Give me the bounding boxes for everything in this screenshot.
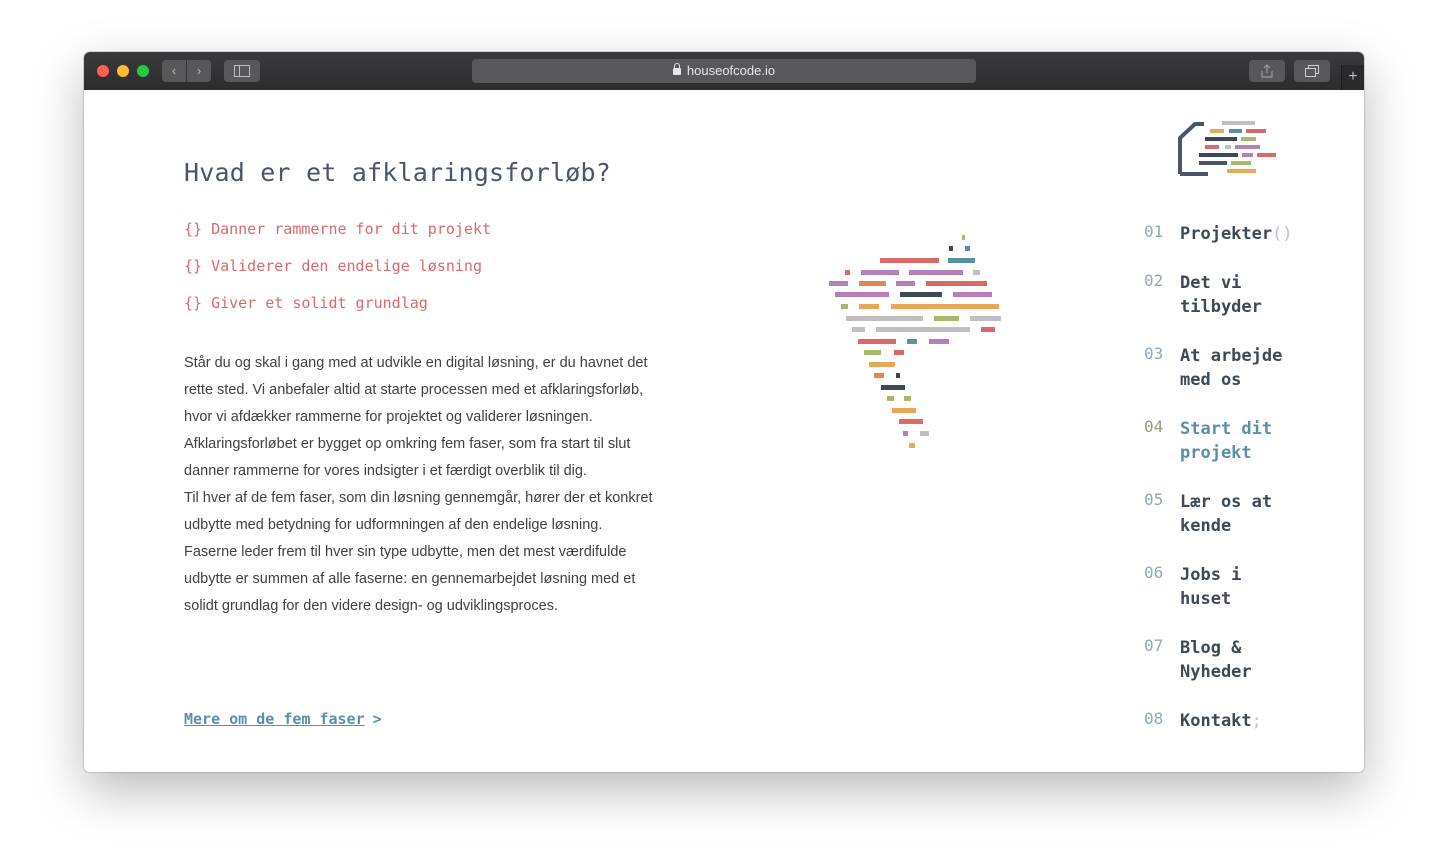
nav-item-start-dit-projekt[interactable]: 04 Start dit projekt bbox=[1144, 417, 1344, 465]
nav-item-text: Projekter bbox=[1180, 224, 1273, 244]
intro-paragraph: Til hver af de fem faser, som din løsnin… bbox=[184, 490, 653, 614]
benefit-list: {} Danner rammerne for dit projekt {} Vali… bbox=[184, 218, 491, 329]
nav-item-number: 01 bbox=[1144, 222, 1164, 241]
nav-item-text: Blog & Nyheder bbox=[1180, 638, 1252, 682]
close-window-button[interactable] bbox=[97, 65, 109, 77]
browser-window: ‹ › houseofcode.io + Hvad er et afklarin… bbox=[84, 52, 1364, 772]
plus-icon: + bbox=[1348, 68, 1358, 85]
nav-item-text: At arbejde med os bbox=[1180, 346, 1283, 390]
benefit-text: Giver et solidt grundlag bbox=[211, 294, 428, 312]
nav-item-number: 08 bbox=[1144, 709, 1164, 728]
zoom-window-button[interactable] bbox=[137, 65, 149, 77]
nav-item-label: Det vi tilbyder bbox=[1180, 271, 1300, 319]
new-tab-button[interactable]: + bbox=[1341, 65, 1364, 90]
main-navigation: 01 Projekter() 02 Det vi tilbyder 03 At … bbox=[1144, 222, 1344, 733]
page-title: Hvad er et afklaringsforløb? bbox=[184, 158, 612, 187]
nav-item-number: 07 bbox=[1144, 636, 1164, 655]
nav-item-number: 03 bbox=[1144, 344, 1164, 363]
brace-icon: {} bbox=[184, 257, 203, 275]
more-phases-link[interactable]: Mere om de fem faser bbox=[184, 710, 365, 728]
share-icon bbox=[1261, 64, 1273, 78]
forward-button[interactable]: › bbox=[187, 60, 211, 82]
nav-item-blog-nyheder[interactable]: 07 Blog & Nyheder bbox=[1144, 636, 1344, 684]
nav-item-kontakt[interactable]: 08 Kontakt; bbox=[1144, 709, 1344, 733]
address-bar[interactable]: houseofcode.io bbox=[472, 59, 976, 83]
nav-item-label: Blog & Nyheder bbox=[1180, 636, 1300, 684]
arrow-right-icon: > bbox=[372, 710, 382, 728]
nav-item-number: 02 bbox=[1144, 271, 1164, 290]
nav-item-label: Projekter() bbox=[1180, 222, 1300, 246]
nav-item-label: Kontakt; bbox=[1180, 709, 1300, 733]
nav-item-label: At arbejde med os bbox=[1180, 344, 1300, 392]
browser-toolbar: ‹ › houseofcode.io + bbox=[84, 52, 1364, 91]
page-content: Hvad er et afklaringsforløb? {} Danner ra… bbox=[84, 90, 1364, 772]
nav-item-label: Start dit projekt bbox=[1180, 417, 1300, 465]
tabs-icon bbox=[1305, 65, 1319, 77]
nav-item-label: Lær os at kende bbox=[1180, 490, 1300, 538]
back-button[interactable]: ‹ bbox=[162, 60, 186, 82]
nav-item-text: Start dit projekt bbox=[1180, 419, 1273, 463]
nav-item-text: Jobs i huset bbox=[1180, 565, 1242, 609]
share-button[interactable] bbox=[1249, 60, 1285, 82]
house-of-code-logo[interactable] bbox=[1178, 120, 1278, 176]
nav-item-projekter[interactable]: 01 Projekter() bbox=[1144, 222, 1344, 246]
minimize-window-button[interactable] bbox=[117, 65, 129, 77]
benefit-text: Danner rammerne for dit projekt bbox=[211, 220, 492, 238]
nav-item-at-arbejde-med-os[interactable]: 03 At arbejde med os bbox=[1144, 344, 1344, 392]
chevron-left-icon: ‹ bbox=[171, 63, 177, 78]
nav-item-number: 05 bbox=[1144, 490, 1164, 509]
sidebar-toggle-button[interactable] bbox=[224, 60, 260, 82]
brace-icon: {} bbox=[184, 294, 203, 312]
address-url: houseofcode.io bbox=[686, 63, 776, 78]
nav-item-laer-os-at-kende[interactable]: 05 Lær os at kende bbox=[1144, 490, 1344, 538]
code-line-map-illustration bbox=[829, 235, 1001, 448]
tab-overview-button[interactable] bbox=[1294, 60, 1330, 82]
sidebar-icon bbox=[234, 65, 250, 77]
nav-item-label: Jobs i huset bbox=[1180, 563, 1300, 611]
lock-icon bbox=[672, 63, 681, 75]
intro-paragraph: Står du og skal i gang med at udvikle en… bbox=[184, 355, 648, 479]
nav-item-number: 04 bbox=[1144, 417, 1164, 436]
benefit-item: {} Validerer den endelige løsning bbox=[184, 255, 491, 292]
nav-item-suffix: () bbox=[1272, 224, 1293, 244]
nav-item-text: Lær os at kende bbox=[1180, 492, 1273, 536]
more-link-row: Mere om de fem faser > bbox=[184, 710, 382, 728]
brace-icon: {} bbox=[184, 220, 203, 238]
nav-item-jobs-i-huset[interactable]: 06 Jobs i huset bbox=[1144, 563, 1344, 611]
benefit-item: {} Danner rammerne for dit projekt bbox=[184, 218, 491, 255]
nav-item-text: Kontakt bbox=[1180, 711, 1252, 731]
nav-item-text: Det vi tilbyder bbox=[1180, 273, 1262, 317]
chevron-right-icon: › bbox=[196, 63, 202, 78]
nav-item-suffix: ; bbox=[1251, 711, 1262, 731]
benefit-text: Validerer den endelige løsning bbox=[211, 257, 482, 275]
intro-text: Står du og skal i gang med at udvikle en… bbox=[184, 350, 659, 620]
nav-item-number: 06 bbox=[1144, 563, 1164, 582]
nav-item-det-vi-tilbyder[interactable]: 02 Det vi tilbyder bbox=[1144, 271, 1344, 319]
benefit-item: {} Giver et solidt grundlag bbox=[184, 292, 491, 329]
